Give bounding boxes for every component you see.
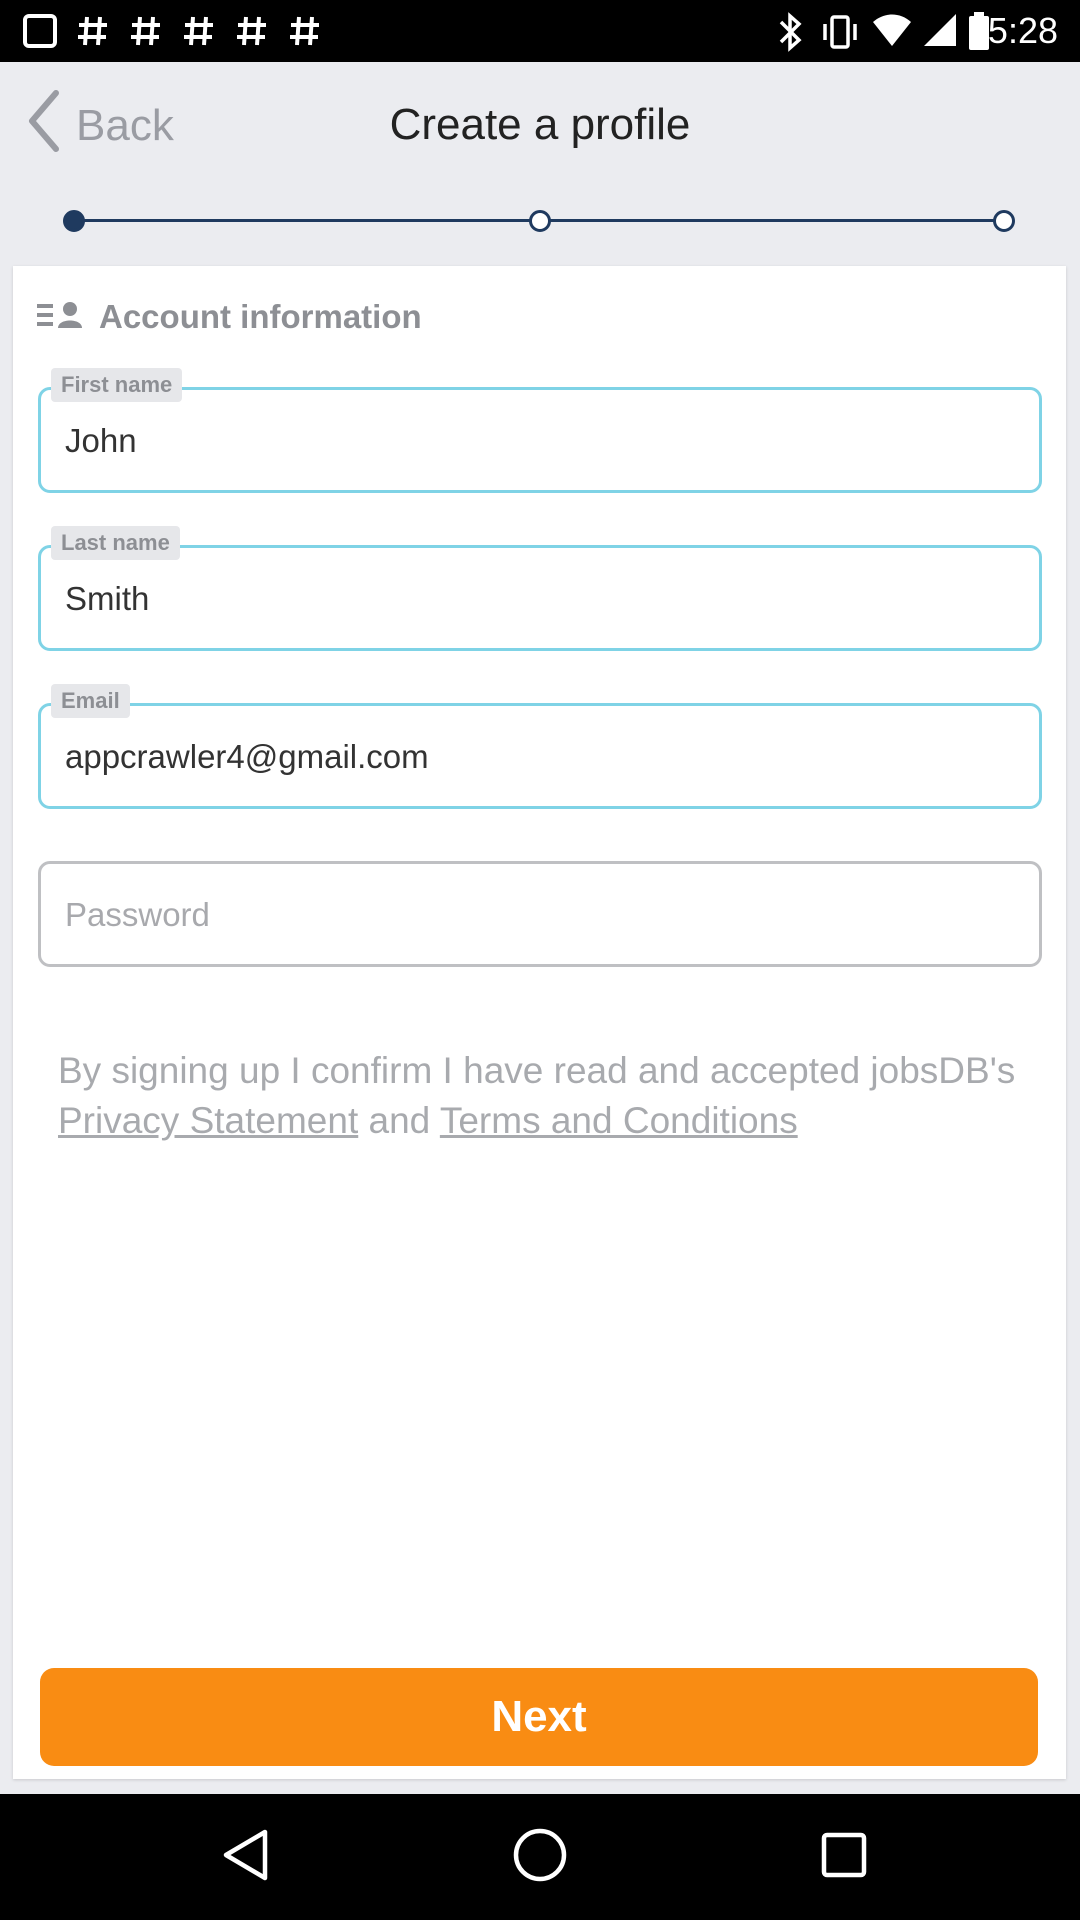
notification-hash-icon <box>181 13 217 49</box>
signal-icon <box>922 12 958 53</box>
back-triangle-icon <box>221 1828 271 1887</box>
progress-step-2 <box>529 210 551 232</box>
progress-step-1 <box>63 210 85 232</box>
email-value: appcrawler4@gmail.com <box>65 738 429 775</box>
privacy-statement-link[interactable]: Privacy Statement <box>58 1100 358 1141</box>
home-circle-icon <box>512 1827 568 1888</box>
progress-step-3 <box>993 210 1015 232</box>
page-title: Create a profile <box>389 100 691 149</box>
bluetooth-icon <box>775 12 805 57</box>
first-name-field[interactable]: First name John <box>38 368 1042 493</box>
wifi-icon <box>872 12 912 53</box>
email-label: Email <box>51 684 130 718</box>
vibrate-icon <box>820 12 860 57</box>
next-button[interactable]: Next <box>40 1668 1038 1766</box>
terms-prefix: By signing up I confirm I have read and … <box>58 1050 1016 1091</box>
nav-recents-button[interactable] <box>814 1827 874 1887</box>
form-card: Account information First name John Last… <box>13 266 1066 1779</box>
nav-back-button[interactable] <box>216 1827 276 1887</box>
clock: 5:28 <box>987 10 1058 51</box>
account-card-icon <box>37 300 83 335</box>
notification-hash-icon <box>75 13 111 49</box>
notification-hash-icon <box>234 13 270 49</box>
notification-hash-icon <box>128 13 164 49</box>
notification-square-icon <box>22 13 58 49</box>
status-bar: 5:28 <box>0 0 1080 62</box>
terms-text: By signing up I confirm I have read and … <box>58 1046 1018 1146</box>
last-name-label: Last name <box>51 526 180 560</box>
app-header: Back Create a profile <box>0 62 1080 187</box>
terms-and-conditions-link[interactable]: Terms and Conditions <box>440 1100 798 1141</box>
recents-square-icon <box>820 1831 868 1884</box>
notification-hash-icon <box>287 13 323 49</box>
section-title: Account information <box>99 298 422 335</box>
last-name-value: Smith <box>65 580 150 617</box>
nav-home-button[interactable] <box>510 1827 570 1887</box>
last-name-field[interactable]: Last name Smith <box>38 526 1042 651</box>
step-progress <box>0 187 1080 257</box>
first-name-value: John <box>65 422 137 459</box>
battery-icon <box>968 12 990 55</box>
system-nav-bar <box>0 1794 1080 1920</box>
password-placeholder: Password <box>65 896 210 933</box>
password-field[interactable]: Password <box>38 861 1042 967</box>
terms-middle: and <box>358 1100 440 1141</box>
section-header: Account information <box>37 292 422 342</box>
email-field[interactable]: Email appcrawler4@gmail.com <box>38 684 1042 809</box>
first-name-label: First name <box>51 368 183 402</box>
